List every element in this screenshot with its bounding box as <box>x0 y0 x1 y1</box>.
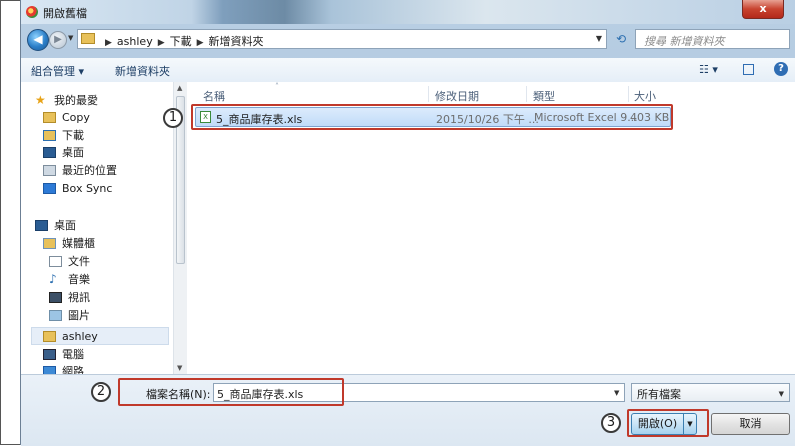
sidebar-item-videos[interactable]: 視訊 <box>49 288 90 306</box>
music-note-icon: ♪ <box>49 271 57 286</box>
breadcrumb-ashley[interactable]: ashley <box>117 35 153 48</box>
sidebar-item-copy[interactable]: Copy <box>43 108 90 126</box>
sidebar-item-label: 桌面 <box>62 146 84 159</box>
sidebar-item-libraries[interactable]: 媒體櫃 <box>43 234 95 252</box>
view-options-button[interactable]: ☷ ▾ <box>699 63 718 76</box>
open-file-dialog: 開啟舊檔 x ◀ ▶ ▼ ▶ ashley ▶ 下載 ▶ 新增資料夾 ▼ ⟲ 搜尋 新增資… <box>20 0 795 446</box>
file-type-value: 所有檔案 <box>637 388 681 401</box>
cancel-button[interactable]: 取消 <box>711 413 790 435</box>
chevron-down-icon: ▼ <box>778 390 784 398</box>
callout-badge: 3 <box>601 413 621 433</box>
sort-ascending-icon: ˄ <box>275 82 279 91</box>
desktop-icon <box>43 146 56 158</box>
libraries-icon <box>43 237 56 249</box>
folder-icon <box>81 33 95 44</box>
sidebar-item-desktop-root[interactable]: 桌面 <box>35 216 76 234</box>
navigation-pane: ★ 我的最愛 Copy 下載 桌面 最近的位置 Box Sync 桌面 媒體櫃 … <box>21 82 173 378</box>
organize-menu[interactable]: 組合管理 ▾ <box>31 63 84 79</box>
callout-box-open <box>627 409 709 437</box>
breadcrumb-separator-icon: ▶ <box>105 38 112 48</box>
chrome-icon <box>26 6 38 18</box>
sidebar-item-favorites[interactable]: ★ 我的最愛 <box>35 91 98 109</box>
scroll-up-icon[interactable]: ▲ <box>177 84 182 92</box>
refresh-icon[interactable]: ⟲ <box>610 29 632 49</box>
scroll-down-icon[interactable]: ▼ <box>177 364 182 372</box>
breadcrumb-downloads[interactable]: 下載 <box>170 35 192 48</box>
command-bar: 組合管理 ▾ 新增資料夾 ☷ ▾ ? <box>21 58 795 83</box>
address-bar[interactable]: ▶ ashley ▶ 下載 ▶ 新增資料夾 ▼ <box>77 29 607 49</box>
column-divider[interactable] <box>628 86 629 102</box>
column-header-type[interactable]: 類型 <box>533 88 555 104</box>
sidebar-item-label: 最近的位置 <box>62 164 117 177</box>
sidebar-item-label: 下載 <box>62 129 84 142</box>
desktop-icon <box>35 219 48 231</box>
breadcrumb-separator-icon: ▶ <box>196 38 204 48</box>
search-input[interactable]: 搜尋 新增資料夾 <box>635 29 790 49</box>
help-icon[interactable]: ? <box>774 62 788 76</box>
sidebar-item-box-sync[interactable]: Box Sync <box>43 179 112 197</box>
user-folder-icon <box>43 330 56 342</box>
preview-pane-icon[interactable] <box>743 64 754 75</box>
new-folder-button[interactable]: 新增資料夾 <box>115 63 170 79</box>
navigation-bar: ◀ ▶ ▼ ▶ ashley ▶ 下載 ▶ 新增資料夾 ▼ ⟲ 搜尋 新增資料夾 <box>21 24 795 56</box>
title-bar: 開啟舊檔 x <box>21 0 795 24</box>
sidebar-item-label: 我的最愛 <box>54 94 98 107</box>
callout-badge: 2 <box>91 382 111 402</box>
sidebar-item-label: 視訊 <box>68 291 90 304</box>
sidebar-item-label: 媒體櫃 <box>62 237 95 250</box>
column-header-name[interactable]: 名稱 <box>203 88 225 104</box>
sidebar-item-computer[interactable]: 電腦 <box>43 345 84 363</box>
close-button[interactable]: x <box>742 0 784 19</box>
address-dropdown-icon[interactable]: ▼ <box>596 34 602 43</box>
back-button[interactable]: ◀ <box>27 29 49 51</box>
download-folder-icon <box>43 129 56 141</box>
column-divider[interactable] <box>526 86 527 102</box>
sidebar-item-documents[interactable]: 文件 <box>49 252 90 270</box>
callout-box-file <box>191 104 673 130</box>
breadcrumb-separator-icon: ▶ <box>157 38 165 48</box>
recent-pages-chevron-icon[interactable]: ▼ <box>68 34 73 42</box>
search-placeholder: 搜尋 新增資料夾 <box>644 35 725 48</box>
sidebar-item-label: ashley <box>62 329 98 343</box>
sidebar-item-downloads[interactable]: 下載 <box>43 126 84 144</box>
folder-icon <box>43 111 56 123</box>
computer-icon <box>43 348 56 360</box>
sidebar-item-label: 電腦 <box>62 348 84 361</box>
star-icon: ★ <box>35 92 46 107</box>
callout-badge: 1 <box>163 108 183 128</box>
callout-box-filename <box>118 378 344 406</box>
breadcrumb: ▶ ashley ▶ 下載 ▶ 新增資料夾 <box>100 33 264 49</box>
forward-button[interactable]: ▶ <box>49 31 67 49</box>
column-header-modified[interactable]: 修改日期 <box>435 88 479 104</box>
sidebar-item-label: Copy <box>62 110 90 124</box>
sidebar-item-label: 音樂 <box>68 273 90 286</box>
video-icon <box>49 291 62 303</box>
sidebar-item-user-ashley[interactable]: ashley <box>43 327 98 345</box>
filename-dropdown-icon[interactable]: ▼ <box>614 389 619 397</box>
file-type-select[interactable]: 所有檔案 ▼ <box>631 383 790 402</box>
recent-places-icon <box>43 164 56 176</box>
sidebar-item-label: 文件 <box>68 255 90 268</box>
column-header-size[interactable]: 大小 <box>634 88 656 104</box>
window-title: 開啟舊檔 <box>43 7 87 20</box>
sidebar-item-label: 桌面 <box>54 219 76 232</box>
picture-icon <box>49 309 62 321</box>
document-icon <box>49 255 62 267</box>
breadcrumb-new-folder[interactable]: 新增資料夾 <box>209 35 264 48</box>
sidebar-item-label: Box Sync <box>62 181 113 195</box>
box-sync-icon <box>43 182 56 194</box>
sidebar-item-desktop[interactable]: 桌面 <box>43 143 84 161</box>
sidebar-item-pictures[interactable]: 圖片 <box>49 306 90 324</box>
sidebar-item-music[interactable]: ♪ 音樂 <box>49 270 90 288</box>
sidebar-item-label: 圖片 <box>68 309 90 322</box>
sidebar-item-recent-places[interactable]: 最近的位置 <box>43 161 117 179</box>
column-divider[interactable] <box>428 86 429 102</box>
